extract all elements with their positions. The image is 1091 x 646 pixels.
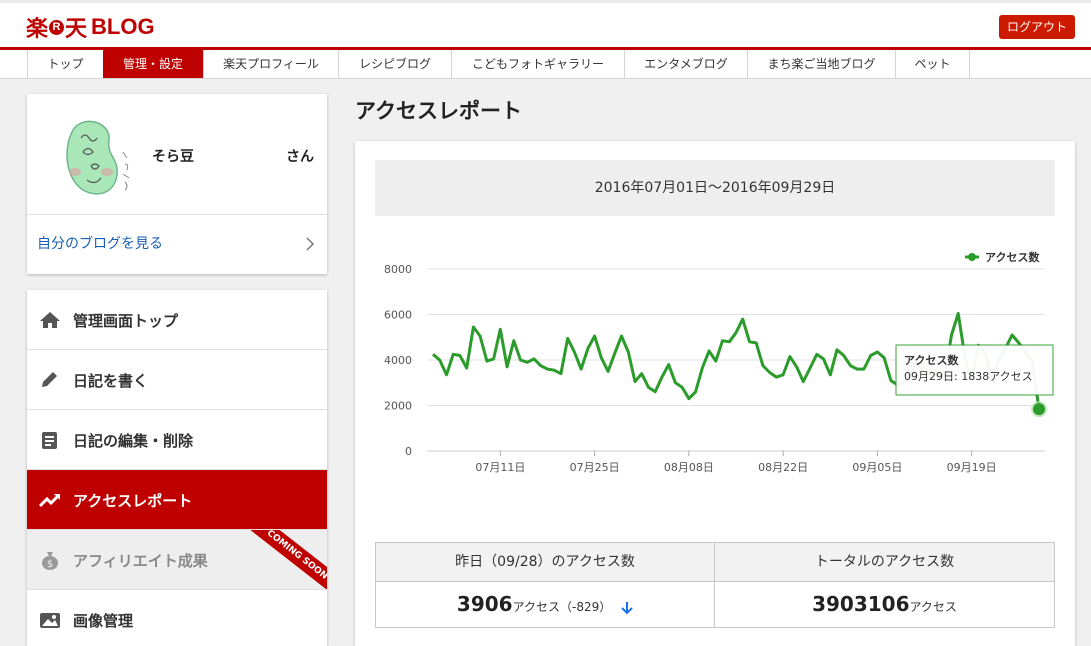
access-line-chart[interactable]: 0 2000 4000 6000 8000 07月11日 07月25日 08月08日 08月2… [355, 231, 1075, 531]
avatar[interactable] [53, 108, 139, 198]
x-tick-label: 07月25日 [570, 461, 620, 474]
chevron-right-icon[interactable] [305, 237, 315, 251]
chart-tooltip: アクセス数 09月29日: 1838アクセス [895, 344, 1054, 396]
chart-x-ticks: 07月11日 07月25日 08月08日 08月22日 09月05日 09月19日 [475, 451, 997, 474]
x-tick-label: 07月11日 [475, 461, 525, 474]
access-report-panel: 2016年07月01日～2016年09月29日 0 2000 4000 6000 800… [355, 141, 1075, 646]
highlight-point [1033, 403, 1045, 416]
sidebar-item-access-report[interactable]: アクセスレポート [27, 470, 327, 530]
y-tick-label: 0 [405, 445, 412, 458]
logo-r-circle: R [49, 19, 65, 35]
x-tick-label: 09月05日 [852, 461, 902, 474]
top-header: 楽 R 天 BLOG ログアウト [0, 0, 1091, 48]
document-icon [42, 432, 57, 449]
profile-card: そら豆 さん 自分のブログを見る [27, 94, 327, 274]
access-stats-table: 昨日（09/28）のアクセス数 トータルのアクセス数 3906アクセス（-829… [375, 542, 1055, 628]
logout-button[interactable]: ログアウト [999, 15, 1075, 39]
logo-char-left: 楽 [26, 16, 49, 41]
y-tick-label: 8000 [384, 263, 412, 276]
nav-item-kids-photo-gallery[interactable]: こどもフォトギャラリー [451, 50, 624, 78]
total-value: 3903106 [812, 592, 910, 616]
nav-item-top[interactable]: トップ [27, 50, 103, 78]
sidebar-item-label: 画像管理 [73, 612, 134, 630]
nav-item-machiraku-blog[interactable]: まち楽ご当地ブログ [747, 50, 895, 78]
total-cell: 3903106アクセス [715, 582, 1054, 627]
nav-item-admin-settings[interactable]: 管理・設定 [103, 50, 203, 78]
date-range: 2016年07月01日～2016年09月29日 [375, 160, 1055, 216]
total-header: トータルのアクセス数 [715, 543, 1054, 582]
home-icon [40, 312, 60, 328]
sidebar-item-affiliate: $ アフィリエイト成果 COMING SOON [27, 530, 327, 590]
tooltip-title: アクセス数 [904, 353, 959, 367]
sidebar-item-image-manage[interactable]: 画像管理 [27, 590, 327, 646]
money-bag-icon: $ [42, 552, 58, 570]
x-tick-label: 09月19日 [947, 461, 997, 474]
sidebar-item-label: 日記を書く [73, 372, 149, 390]
yesterday-header: 昨日（09/28）のアクセス数 [376, 543, 714, 582]
nav-item-recipe-blog[interactable]: レシピブログ [338, 50, 451, 78]
profile-name: そら豆 [152, 149, 194, 165]
yesterday-cell: 3906アクセス（-829） [376, 582, 714, 627]
arrow-down-icon [621, 601, 633, 614]
y-tick-label: 4000 [384, 354, 412, 367]
sidebar-item-write-diary[interactable]: 日記を書く [27, 350, 327, 410]
nav-item-rakuten-profile[interactable]: 楽天プロフィール [203, 50, 338, 78]
sidebar-item-label: アクセスレポート [73, 492, 193, 510]
profile-suffix: さん [286, 149, 314, 165]
x-tick-label: 08月08日 [664, 461, 714, 474]
pencil-icon [42, 372, 57, 387]
page-title: アクセスレポート [355, 99, 522, 123]
legend-label: アクセス数 [985, 250, 1040, 264]
y-tick-label: 2000 [384, 400, 412, 413]
tooltip-text: 09月29日: 1838アクセス [904, 370, 1033, 383]
nav-item-entame-blog[interactable]: エンタメブログ [624, 50, 747, 78]
rakuten-blog-logo[interactable]: 楽 R 天 BLOG [26, 14, 155, 41]
sidebar-menu: 管理画面トップ 日記を書く 日記の編集・削除 アクセスレポート $ アフィリエイ… [27, 290, 327, 646]
global-nav: トップ 管理・設定 楽天プロフィール レシピブログ こどもフォトギャラリー エン… [0, 50, 1091, 79]
trend-icon [39, 493, 61, 508]
chart-legend[interactable]: アクセス数 [965, 250, 1040, 264]
svg-text:$: $ [47, 559, 53, 570]
logo-blog-text: BLOG [91, 14, 155, 39]
nav-item-pet[interactable]: ペット [895, 50, 970, 78]
total-unit: アクセス [909, 600, 957, 614]
sidebar-item-label: 日記の編集・削除 [73, 432, 194, 450]
sidebar-item-label: 管理画面トップ [73, 312, 179, 330]
yesterday-unit: アクセス（-829） [512, 600, 612, 614]
coming-soon-ribbon: COMING SOON [244, 530, 327, 589]
chart-y-ticks: 0 2000 4000 6000 8000 [384, 263, 412, 458]
sidebar-item-label: アフィリエイト成果 [73, 552, 208, 570]
browser-bookmark-strip [0, 0, 1091, 3]
sidebar-item-admin-top[interactable]: 管理画面トップ [27, 290, 327, 350]
logo-char-right: 天 [65, 16, 88, 41]
view-my-blog-link[interactable]: 自分のブログを見る [37, 233, 163, 253]
sidebar-item-edit-delete[interactable]: 日記の編集・削除 [27, 410, 327, 470]
x-tick-label: 08月22日 [758, 461, 808, 474]
yesterday-value: 3906 [456, 592, 513, 616]
y-tick-label: 6000 [384, 309, 412, 322]
profile-divider [27, 214, 327, 215]
legend-marker [968, 253, 976, 261]
image-icon [40, 613, 60, 628]
